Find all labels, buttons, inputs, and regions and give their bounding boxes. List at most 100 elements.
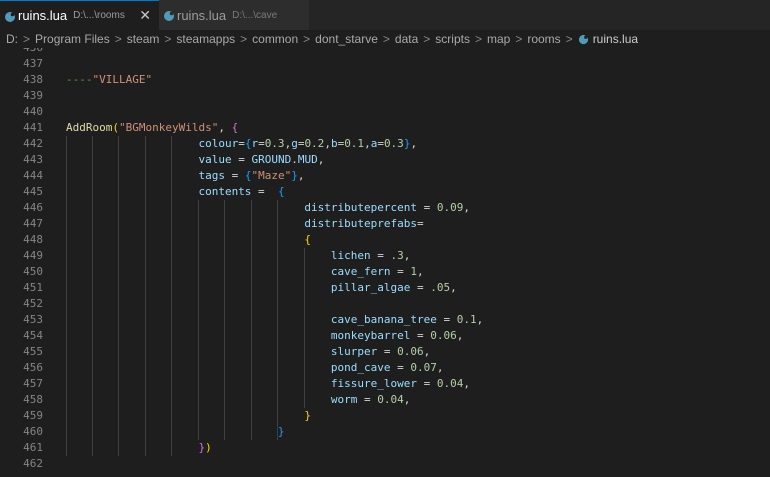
code-line[interactable]: 436 xyxy=(0,48,770,56)
code-line[interactable]: 440 xyxy=(0,104,770,120)
code-token: , xyxy=(417,265,424,278)
code-token: ( xyxy=(112,121,119,134)
code-line[interactable]: 446 distributepercent = 0.09, xyxy=(0,200,770,216)
code-token: = xyxy=(410,281,431,294)
breadcrumb-item[interactable]: data xyxy=(395,32,418,46)
code-token: , xyxy=(410,137,418,150)
code-token: GROUND xyxy=(251,153,292,166)
code-token: 0.3 xyxy=(383,137,404,150)
code-token: MUD xyxy=(297,153,318,166)
breadcrumb-item[interactable]: steam xyxy=(127,32,160,46)
code-text: { xyxy=(66,232,311,248)
breadcrumb-item[interactable]: Program Files xyxy=(35,32,110,46)
code-token: = xyxy=(251,185,278,198)
tab-description: D:\...\cave xyxy=(232,9,278,21)
line-number: 441 xyxy=(23,121,43,134)
line-number: 450 xyxy=(23,265,43,278)
code-text: cave_fern = 1, xyxy=(66,264,424,280)
breadcrumb-item[interactable]: D: xyxy=(6,32,18,46)
code-line[interactable]: 442 colour={r=0.3,g=0.2,b=0.1,a=0.3}, xyxy=(0,136,770,152)
code-text: contents = { xyxy=(66,184,284,200)
code-line[interactable]: 458 worm = 0.04, xyxy=(0,392,770,408)
code-line[interactable]: 461 }) xyxy=(0,440,770,456)
code-text: monkeybarrel = 0.06, xyxy=(66,328,463,344)
code-line[interactable]: 457 fissure_lower = 0.04, xyxy=(0,376,770,392)
code-line[interactable]: 444 tags = {"Maze"}, xyxy=(0,168,770,184)
breadcrumb-file[interactable]: ruins.lua xyxy=(578,32,638,46)
tab-name: ruins.lua xyxy=(177,7,227,23)
code-token: 0.07 xyxy=(410,361,437,374)
code-token: .3 xyxy=(390,249,404,262)
line-number: 462 xyxy=(23,457,43,470)
breadcrumb-item[interactable]: scripts xyxy=(435,32,470,46)
code-line[interactable]: 451 pillar_algae = .05, xyxy=(0,280,770,296)
chevron-right-icon: > xyxy=(303,32,311,46)
code-token: = xyxy=(370,249,391,262)
code-token: , xyxy=(436,361,444,374)
breadcrumb-item[interactable]: dont_starve xyxy=(315,32,378,46)
code-token: = xyxy=(224,169,245,182)
tab-ruins-rooms[interactable]: ruins.lua D:\...\rooms ✕ xyxy=(0,0,159,30)
code-editor[interactable]: 436437438----"VILLAGE"439 440441 AddRoom("… xyxy=(0,48,770,477)
code-token: , xyxy=(317,153,325,166)
code-text: pillar_algae = .05, xyxy=(66,280,457,296)
breadcrumb-item[interactable]: rooms xyxy=(527,32,560,46)
chevron-right-icon: > xyxy=(474,32,482,46)
code-text: AddRoom("BGMonkeyWilds", { xyxy=(66,120,238,136)
code-line[interactable]: 450 cave_fern = 1, xyxy=(0,264,770,280)
code-token: cave_fern xyxy=(66,265,391,278)
code-token: , xyxy=(364,137,371,150)
tab-name: ruins.lua xyxy=(18,8,68,23)
code-token: 0.06 xyxy=(430,329,457,342)
code-line[interactable]: 459 } xyxy=(0,408,770,424)
code-text: cave_banana_tree = 0.1, xyxy=(66,312,483,328)
code-line[interactable]: 456 pond_cave = 0.07, xyxy=(0,360,770,376)
breadcrumb-file-label: ruins.lua xyxy=(592,32,639,46)
breadcrumb-item[interactable]: map xyxy=(487,32,510,46)
lua-icon xyxy=(578,34,588,44)
code-line[interactable]: 453 cave_banana_tree = 0.1, xyxy=(0,312,770,328)
line-number: 458 xyxy=(23,393,43,406)
line-number: 457 xyxy=(23,377,43,390)
chevron-right-icon: > xyxy=(423,32,431,46)
line-number: 453 xyxy=(23,313,43,326)
breadcrumb: D: > Program Files > steam > steamapps > common >… xyxy=(0,30,770,48)
indent-guide xyxy=(118,136,119,456)
code-token: = xyxy=(417,377,437,390)
code-line[interactable]: 455 slurper = 0.06, xyxy=(0,344,770,360)
code-token: "Maze" xyxy=(251,169,292,182)
code-line[interactable]: 449 lichen = .3, xyxy=(0,248,770,264)
code-line[interactable]: 454 monkeybarrel = 0.06, xyxy=(0,328,770,344)
code-token: , xyxy=(403,249,411,262)
close-icon[interactable]: ✕ xyxy=(139,7,151,24)
code-line[interactable]: 437 xyxy=(0,56,770,72)
code-line[interactable]: 438 ----"VILLAGE" xyxy=(0,72,770,88)
breadcrumb-item[interactable]: common xyxy=(252,32,298,46)
code-line[interactable]: 441 AddRoom("BGMonkeyWilds", { xyxy=(0,120,770,136)
line-number: 456 xyxy=(23,361,43,374)
code-line[interactable]: 462 xyxy=(0,456,770,472)
code-line[interactable]: 445 contents = { xyxy=(0,184,770,200)
code-line[interactable]: 460 } xyxy=(0,424,770,440)
code-token: "VILLAGE" xyxy=(92,73,153,86)
code-token: = xyxy=(238,137,245,150)
code-line[interactable]: 439 xyxy=(0,88,770,104)
code-text: fissure_lower = 0.04, xyxy=(66,376,470,392)
tab-ruins-cave[interactable]: ruins.lua D:\...\cave xyxy=(159,0,309,30)
code-token: = xyxy=(390,361,411,374)
code-token: .05 xyxy=(430,281,451,294)
indent-guide xyxy=(198,200,199,440)
indent-guide xyxy=(92,136,93,456)
code-token: 0.04 xyxy=(436,377,464,390)
code-line[interactable]: 443 value = GROUND.MUD, xyxy=(0,152,770,168)
chevron-right-icon: > xyxy=(23,32,31,46)
breadcrumb-item[interactable]: steamapps xyxy=(176,32,235,46)
code-line[interactable]: 447 distributeprefabs= xyxy=(0,216,770,232)
code-token: lichen xyxy=(66,249,371,262)
line-number: 459 xyxy=(23,409,43,422)
code-token: , xyxy=(423,345,431,358)
code-line[interactable]: 448 { xyxy=(0,232,770,248)
code-line[interactable]: 452 xyxy=(0,296,770,312)
line-number: 439 xyxy=(23,89,43,102)
